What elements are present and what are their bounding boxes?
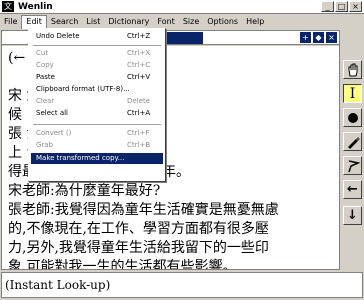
menu-list[interactable]: List — [82, 15, 104, 29]
menu-item-shortcut: Ctrl+V — [127, 73, 151, 81]
close-button[interactable]: × — [349, 1, 362, 12]
menu-file[interactable]: File — [0, 15, 21, 29]
document-close-button[interactable]: × — [326, 32, 337, 43]
document-maximize-button[interactable]: + — [300, 32, 311, 43]
menu-item-shortcut: Ctrl+B — [127, 141, 151, 149]
text-line: 力,另外,我覺得童年生活給我留下的一些印 — [8, 240, 269, 256]
text-line: 象,可能對我一生的生活都有些影響。 — [8, 259, 237, 269]
menu-item-label: Paste — [36, 73, 55, 81]
back-arrow-icon: ← — [347, 182, 358, 197]
menu-separator — [33, 45, 161, 46]
menu-undo-delete[interactable]: Undo Delete Ctrl+Z — [31, 31, 163, 42]
text-line: 的,不像現在,在工作、學習方面都有很多壓 — [8, 221, 269, 237]
menu-make-transformed-copy[interactable]: Make transformed copy... — [31, 153, 163, 164]
hand-icon — [348, 63, 357, 76]
menu-options[interactable]: Options — [203, 15, 242, 29]
text-cursor-icon: I — [349, 85, 356, 102]
flag-tool-button[interactable] — [343, 156, 362, 175]
text-line: 張老師:我覺得因為童年生活確實是無憂無慮 — [8, 202, 279, 218]
menu-search[interactable]: Search — [47, 15, 82, 29]
menubar: File Edit Search List Dictionary Font Si… — [0, 15, 364, 29]
menu-item-shortcut: Ctrl+Z — [127, 32, 151, 40]
menu-item-shortcut: Ctrl+F — [127, 129, 150, 137]
menu-size[interactable]: Size — [179, 15, 203, 29]
app-icon[interactable]: 文 — [2, 1, 14, 12]
menu-select-all[interactable]: Select all Ctrl+A — [31, 108, 163, 119]
menu-paste[interactable]: Paste Ctrl+V — [31, 72, 163, 83]
menu-help[interactable]: Help — [242, 15, 268, 29]
document-options-button[interactable]: ◆ — [313, 32, 324, 43]
app-title: Wenlin — [18, 2, 53, 12]
back-arrow-tool-button[interactable]: ← — [343, 180, 362, 199]
menu-edit[interactable]: Edit — [21, 15, 47, 29]
menu-item-label: Grab — [36, 141, 54, 149]
menu-item-label: Copy — [36, 61, 54, 69]
menu-cut[interactable]: Cut Ctrl+X — [31, 48, 163, 59]
status-text: (Instant Look-up) — [5, 278, 111, 292]
menu-font[interactable]: Font — [153, 15, 178, 29]
menu-clear[interactable]: Clear Delete — [31, 96, 163, 107]
menu-item-shortcut: Ctrl+A — [127, 109, 151, 117]
menu-item-shortcut: Delete — [127, 97, 150, 105]
menu-item-label: Make transformed copy... — [36, 154, 125, 162]
menu-item-label: Undo Delete — [36, 32, 80, 40]
pen-icon — [347, 136, 360, 149]
window-titlebar: 文 Wenlin _ □ × — [0, 0, 364, 14]
menu-copy[interactable]: Copy Ctrl+C — [31, 60, 163, 71]
brush-icon — [347, 112, 358, 123]
flag-icon — [347, 159, 360, 172]
down-arrow-tool-button[interactable]: ↓ — [343, 206, 362, 225]
minimize-button[interactable]: _ — [321, 1, 334, 12]
menu-item-label: Select all — [36, 109, 68, 117]
text-cursor-tool-button[interactable]: I — [343, 84, 362, 103]
down-arrow-icon: ↓ — [347, 208, 358, 223]
menu-item-label: Clear — [36, 97, 55, 105]
tool-palette: I ← ↓ — [342, 60, 363, 232]
menu-grab[interactable]: Grab Ctrl+B — [31, 140, 163, 151]
menu-item-label: Convert () — [36, 129, 72, 137]
text-line: 宋老師:為什麼童年最好? — [8, 183, 161, 199]
edit-menu-dropdown: Undo Delete Ctrl+Z Cut Ctrl+X Copy Ctrl+… — [28, 28, 166, 182]
menu-item-shortcut: Ctrl+X — [127, 49, 151, 57]
maximize-button[interactable]: □ — [335, 1, 348, 12]
menu-separator — [33, 124, 161, 125]
menu-item-label: Clipboard format (UTF-8)... — [36, 85, 130, 93]
brush-tool-button[interactable] — [343, 108, 362, 127]
menu-item-label: Cut — [36, 49, 49, 57]
hand-tool-button[interactable] — [343, 60, 362, 79]
instant-lookup-bar: (Instant Look-up) — [1, 272, 363, 298]
menu-item-shortcut: Ctrl+C — [127, 61, 151, 69]
menu-dictionary[interactable]: Dictionary — [104, 15, 153, 29]
menu-convert[interactable]: Convert () Ctrl+F — [31, 128, 163, 139]
pen-tool-button[interactable] — [343, 132, 362, 151]
menu-clipboard-format[interactable]: Clipboard format (UTF-8)... — [31, 84, 163, 95]
